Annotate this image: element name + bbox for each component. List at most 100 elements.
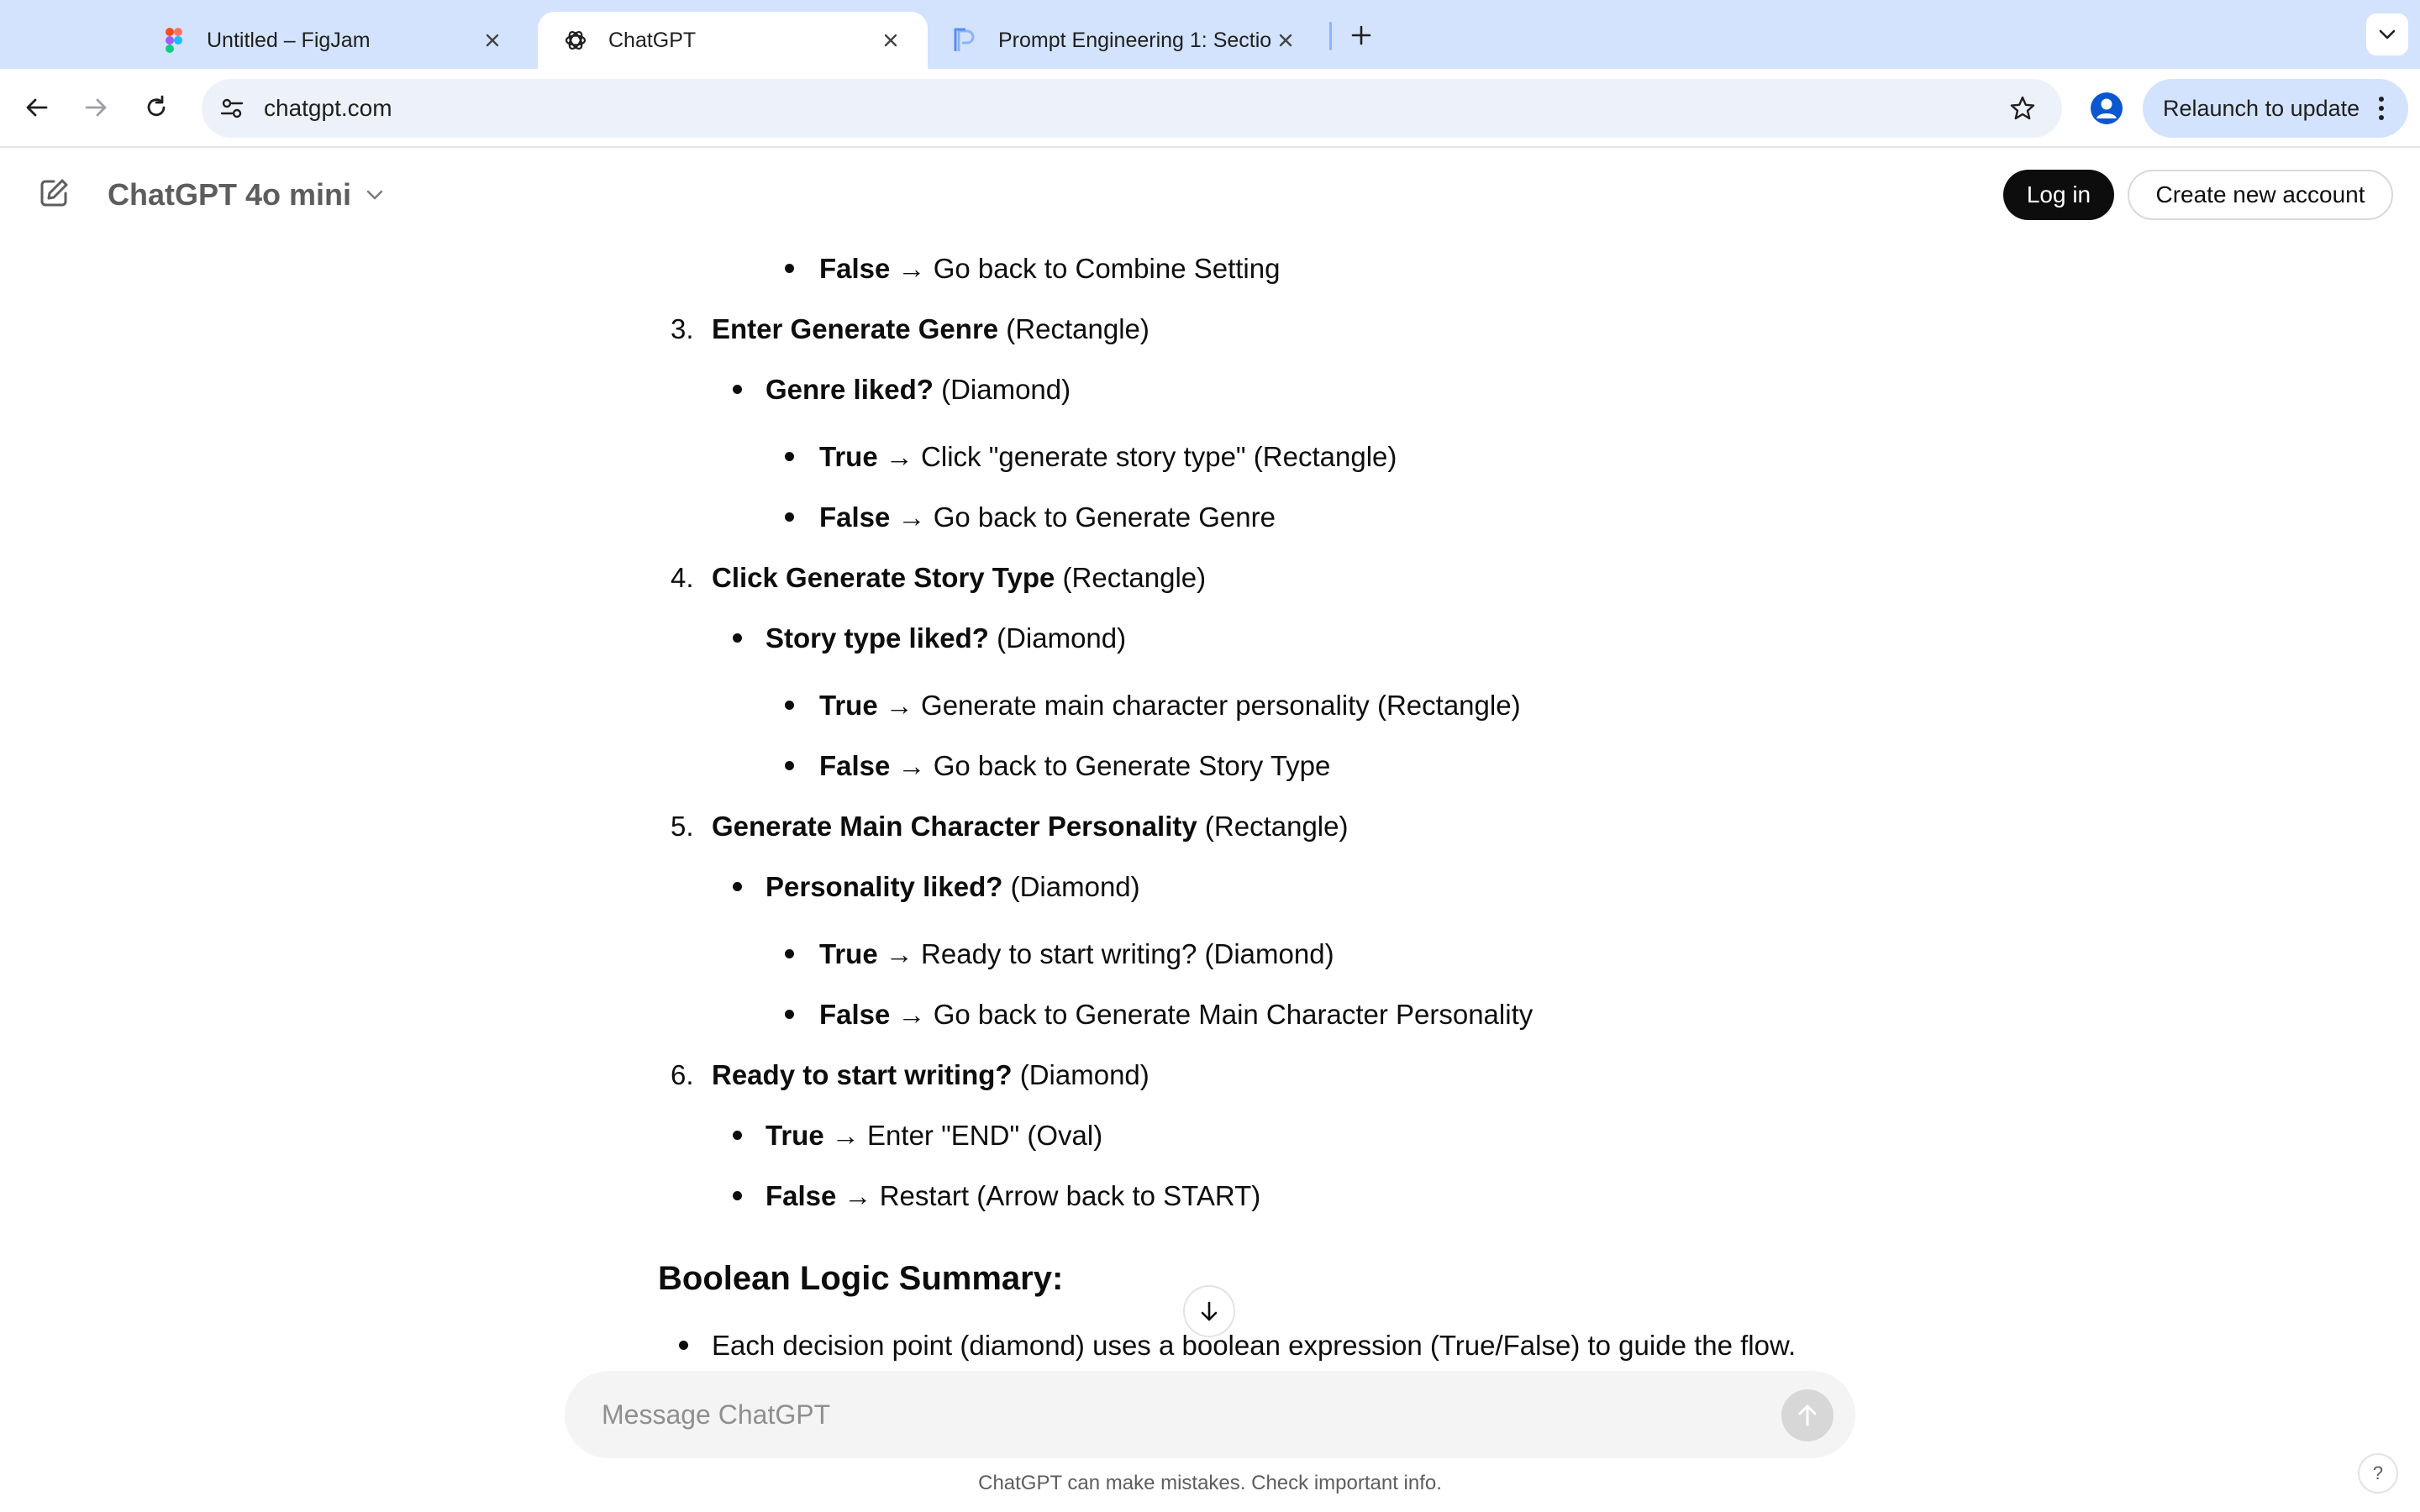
list-item-bold: Story type liked?: [765, 622, 989, 654]
list-item-text: → Click "generate story type" (Rectangle…: [877, 441, 1397, 472]
tab-title: ChatGPT: [608, 28, 697, 52]
list-item-text: (Diamond): [933, 374, 1071, 405]
model-selector[interactable]: ChatGPT 4o mini: [108, 171, 387, 218]
list-item-bold: False: [819, 999, 891, 1030]
list-item: Click Generate Story Type (Rectangle): [712, 561, 1206, 595]
bullet-icon: [733, 633, 742, 643]
list-item: False → Go back to Generate Main Charact…: [819, 998, 1533, 1032]
list-item: Ready to start writing? (Diamond): [712, 1058, 1150, 1092]
list-item-text: → Enter "END" (Oval): [823, 1120, 1103, 1151]
bullet-icon: [679, 1341, 688, 1350]
tab-figjam[interactable]: Untitled – FigJam: [136, 12, 529, 69]
relaunch-label: Relaunch to update: [2163, 95, 2360, 121]
list-number: 5.: [671, 811, 694, 842]
chevron-down-icon: [363, 183, 387, 207]
openai-icon: [563, 28, 588, 53]
site-settings-icon[interactable]: [217, 93, 247, 123]
list-item-text: → Ready to start writing? (Diamond): [877, 938, 1334, 969]
relaunch-button[interactable]: Relaunch to update: [2143, 79, 2408, 138]
create-account-button[interactable]: Create new account: [2128, 170, 2393, 220]
list-item-text: (Diamond): [1012, 1059, 1150, 1090]
help-button[interactable]: ?: [2358, 1453, 2398, 1494]
bullet-icon: [785, 1010, 794, 1019]
more-vertical-icon[interactable]: [2365, 92, 2398, 125]
figma-icon: [161, 28, 187, 53]
model-name: ChatGPT 4o mini: [108, 177, 352, 212]
tab-title: Prompt Engineering 1: Section: [998, 28, 1270, 52]
bullet-icon: [785, 264, 794, 273]
bullet-icon: [785, 701, 794, 710]
list-number: 4.: [671, 562, 694, 593]
bullet-icon: [785, 512, 794, 522]
list-item: False → Go back to Generate Story Type: [819, 749, 1330, 783]
list-item-bold: Genre liked?: [765, 374, 934, 405]
close-icon[interactable]: [1270, 25, 1301, 55]
browser-tab-strip: Untitled – FigJam ChatGPT Prompt Enginee…: [0, 0, 2420, 69]
profile-avatar-icon[interactable]: [2087, 89, 2126, 128]
chatgpt-header: ChatGPT 4o mini Log in Create new accoun…: [0, 148, 2420, 242]
message-input[interactable]: [602, 1371, 1728, 1458]
bullet-icon: [785, 452, 794, 461]
tab-prompt-engineering[interactable]: Prompt Engineering 1: Section: [928, 12, 1323, 69]
list-item-bold: False: [819, 750, 891, 781]
list-item-bold: False: [765, 1180, 837, 1211]
bullet-icon: [733, 882, 742, 891]
list-item: Each decision point (diamond) uses a boo…: [712, 1330, 1797, 1361]
list-item-text: → Go back to Combine Setting: [890, 253, 1281, 284]
list-item-text: → Go back to Generate Main Character Per…: [890, 999, 1534, 1030]
list-number: 6.: [671, 1059, 694, 1090]
list-item: Personality liked? (Diamond): [765, 870, 1140, 904]
list-item-text: → Go back to Generate Story Type: [890, 750, 1331, 781]
scroll-down-button[interactable]: [1183, 1285, 1235, 1337]
list-item: True → Ready to start writing? (Diamond): [819, 937, 1334, 971]
new-tab-plus-icon[interactable]: [1343, 17, 1380, 54]
arrow-up-icon: [1795, 1403, 1820, 1428]
section-heading: Boolean Logic Summary:: [658, 1260, 1064, 1297]
list-item-bold: Ready to start writing?: [712, 1059, 1013, 1090]
list-item: Story type liked? (Diamond): [765, 622, 1126, 655]
address-bar[interactable]: chatgpt.com: [202, 79, 2062, 138]
list-item-bold: Personality liked?: [765, 871, 1003, 902]
login-button[interactable]: Log in: [2003, 170, 2114, 220]
back-arrow-icon[interactable]: [15, 86, 59, 129]
bullet-icon: [733, 1191, 742, 1200]
list-item: Enter Generate Genre (Rectangle): [712, 312, 1150, 346]
list-item-text: (Diamond): [988, 622, 1127, 654]
list-item-bold: False: [819, 501, 891, 533]
list-item: True → Generate main character personali…: [819, 689, 1521, 722]
list-item-text: → Generate main character personality (R…: [877, 690, 1521, 721]
bullet-icon: [733, 385, 742, 394]
list-item-bold: True: [765, 1120, 824, 1151]
tab-divider: [1329, 22, 1332, 50]
forward-arrow-icon[interactable]: [74, 86, 118, 129]
message-composer: [565, 1371, 1855, 1458]
disclaimer-text: ChatGPT can make mistakes. Check importa…: [978, 1472, 1442, 1494]
list-item-text: (Diamond): [1002, 871, 1140, 902]
browser-toolbar: chatgpt.com Relaunch to update: [0, 69, 2420, 148]
list-item: Genre liked? (Diamond): [765, 373, 1071, 407]
tab-search-chevron-icon[interactable]: [2366, 13, 2408, 55]
new-chat-edit-icon[interactable]: [34, 173, 74, 213]
send-button[interactable]: [1781, 1389, 1833, 1441]
tab-title: Untitled – FigJam: [207, 28, 371, 52]
list-item-bold: False: [819, 253, 891, 284]
list-item-text: → Restart (Arrow back to START): [836, 1180, 1261, 1211]
bookmark-star-icon[interactable]: [2007, 92, 2039, 124]
list-item: False → Go back to Combine Setting: [819, 252, 1280, 286]
url-text: chatgpt.com: [264, 95, 392, 121]
list-item-text: → Go back to Generate Genre: [890, 501, 1276, 533]
list-item-bold: Enter Generate Genre: [712, 313, 999, 344]
list-item-bold: Click Generate Story Type: [712, 562, 1055, 593]
list-item-text: (Rectangle): [1197, 811, 1349, 842]
tab-chatgpt[interactable]: ChatGPT: [538, 12, 928, 69]
list-item: Generate Main Character Personality (Rec…: [712, 810, 1348, 843]
list-item-bold: True: [819, 938, 878, 969]
list-item: True → Click "generate story type" (Rect…: [819, 440, 1397, 474]
arrow-down-icon: [1197, 1299, 1221, 1323]
close-icon[interactable]: [477, 25, 508, 55]
list-number: 3.: [671, 313, 694, 344]
list-item: False → Go back to Generate Genre: [819, 501, 1276, 534]
reload-icon[interactable]: [134, 86, 178, 129]
close-icon[interactable]: [876, 25, 906, 55]
conversation-area: False → Go back to Combine Setting 3. En…: [0, 242, 2420, 1364]
